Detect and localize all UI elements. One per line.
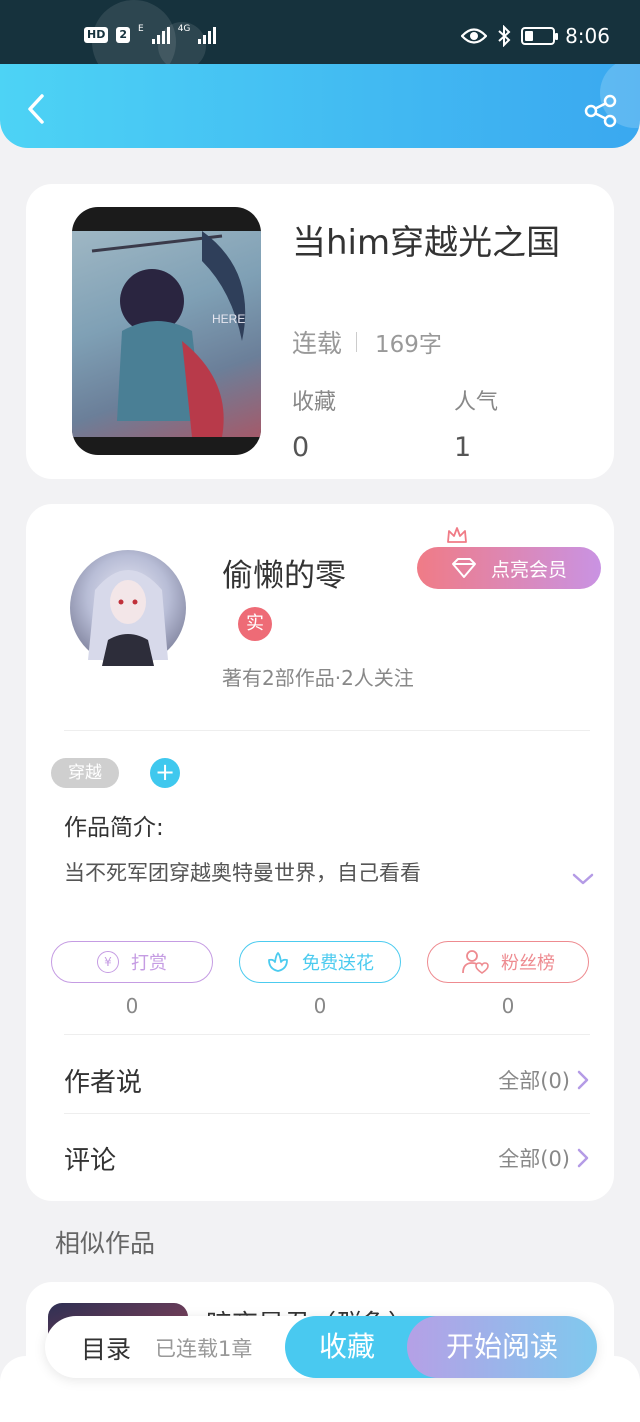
divider bbox=[64, 1113, 590, 1114]
stat-favorites: 收藏 0 bbox=[292, 384, 336, 463]
stat-value: 0 bbox=[292, 432, 310, 463]
fan-count: 0 bbox=[501, 994, 515, 1018]
start-reading-button[interactable]: 开始阅读 bbox=[407, 1316, 597, 1378]
tip-count: 0 bbox=[125, 994, 139, 1018]
network-type-label-2: 4G bbox=[177, 23, 191, 34]
avatar-illustration bbox=[88, 570, 168, 666]
cover-artwork: HERE bbox=[72, 231, 261, 437]
book-cover[interactable]: HERE bbox=[72, 207, 261, 455]
row-more[interactable]: 全部(0) bbox=[498, 1143, 590, 1173]
comments-row[interactable]: 评论 全部(0) bbox=[64, 1138, 590, 1178]
stat-value: 1 bbox=[454, 432, 472, 463]
signal-icon bbox=[151, 26, 170, 44]
network-type-label: E bbox=[138, 23, 144, 34]
top-nav-bar bbox=[0, 64, 640, 148]
row-title: 评论 bbox=[64, 1145, 117, 1176]
author-notes-row[interactable]: 作者说 全部(0) bbox=[64, 1060, 590, 1100]
status-bar: HD 2 E 4G 8:06 bbox=[0, 0, 640, 84]
back-icon[interactable] bbox=[22, 92, 52, 126]
flower-count: 0 bbox=[313, 994, 327, 1018]
vip-button[interactable]: 点亮会员 bbox=[417, 547, 601, 589]
send-flower-button[interactable]: 免费送花 bbox=[239, 941, 401, 983]
author-avatar[interactable] bbox=[70, 550, 186, 666]
chevron-right-icon bbox=[577, 1148, 589, 1168]
author-name[interactable]: 偷懒的零 bbox=[222, 550, 346, 595]
author-meta: 著有2部作品·2人关注 bbox=[222, 666, 414, 690]
similar-works-heading: 相似作品 bbox=[55, 1229, 156, 1258]
vip-label: 点亮会员 bbox=[490, 558, 567, 581]
cover-illustration: HERE bbox=[91, 231, 245, 437]
flower-icon bbox=[268, 952, 288, 972]
hd-badge: HD bbox=[84, 27, 109, 43]
favorite-label: 收藏 bbox=[318, 1330, 375, 1363]
stat-label: 收藏 bbox=[292, 390, 337, 415]
yen-icon: ¥ bbox=[97, 951, 119, 973]
add-tag-button[interactable]: + bbox=[150, 758, 180, 788]
battery-icon bbox=[521, 27, 559, 45]
book-info-card: HERE 当him穿越光之国 连载 169字 收藏 0 人气 1 bbox=[26, 184, 614, 479]
diamond-icon bbox=[451, 558, 476, 578]
status-divider bbox=[356, 332, 358, 352]
user-heart-icon bbox=[462, 950, 489, 974]
row-more-label: 全部(0) bbox=[498, 1147, 570, 1171]
send-flower-label: 免费送花 bbox=[302, 953, 374, 974]
sim-badge: 2 bbox=[116, 27, 130, 43]
chevron-down-icon[interactable] bbox=[571, 871, 595, 887]
tip-button[interactable]: ¥ 打赏 bbox=[51, 941, 213, 983]
genre-tag[interactable]: 穿越 bbox=[51, 758, 119, 788]
book-title: 当him穿越光之国 bbox=[292, 223, 561, 263]
table-of-contents-button[interactable]: 目录 bbox=[81, 1330, 131, 1366]
chapter-count: 已连载1章 bbox=[155, 1337, 253, 1361]
bottom-action-bar: 目录 已连载1章 收藏 开始阅读 bbox=[45, 1316, 597, 1378]
crown-icon bbox=[447, 527, 467, 543]
verified-badge: 实 bbox=[238, 607, 272, 641]
chevron-right-icon bbox=[577, 1070, 589, 1090]
book-status-line: 连载 169字 bbox=[292, 324, 442, 360]
intro-label: 作品简介: bbox=[64, 815, 164, 841]
row-title: 作者说 bbox=[64, 1067, 143, 1098]
fan-rank-label: 粉丝榜 bbox=[501, 953, 555, 974]
fan-rank-button[interactable]: 粉丝榜 bbox=[427, 941, 589, 983]
bluetooth-icon bbox=[498, 25, 511, 47]
eye-icon bbox=[461, 28, 488, 44]
stat-popularity: 人气 1 bbox=[454, 384, 498, 463]
tip-label: 打赏 bbox=[131, 953, 167, 974]
clock: 8:06 bbox=[565, 24, 610, 48]
intro-text: 当不死军团穿越奥特曼世界，自己看看 bbox=[64, 861, 421, 885]
divider bbox=[64, 730, 590, 731]
cover-text: HERE bbox=[212, 312, 245, 326]
word-count: 169字 bbox=[375, 332, 442, 358]
serial-status: 连载 bbox=[292, 329, 343, 358]
details-card: 偷懒的零 实 著有2部作品·2人关注 点亮会员 穿越 + 作品简介: 当不死军团… bbox=[26, 504, 614, 1201]
signal-icon-2 bbox=[198, 26, 217, 44]
share-icon[interactable] bbox=[584, 94, 618, 128]
row-more-label: 全部(0) bbox=[498, 1069, 570, 1093]
divider bbox=[64, 1034, 590, 1035]
row-more[interactable]: 全部(0) bbox=[498, 1065, 590, 1095]
stat-label: 人气 bbox=[454, 390, 499, 415]
